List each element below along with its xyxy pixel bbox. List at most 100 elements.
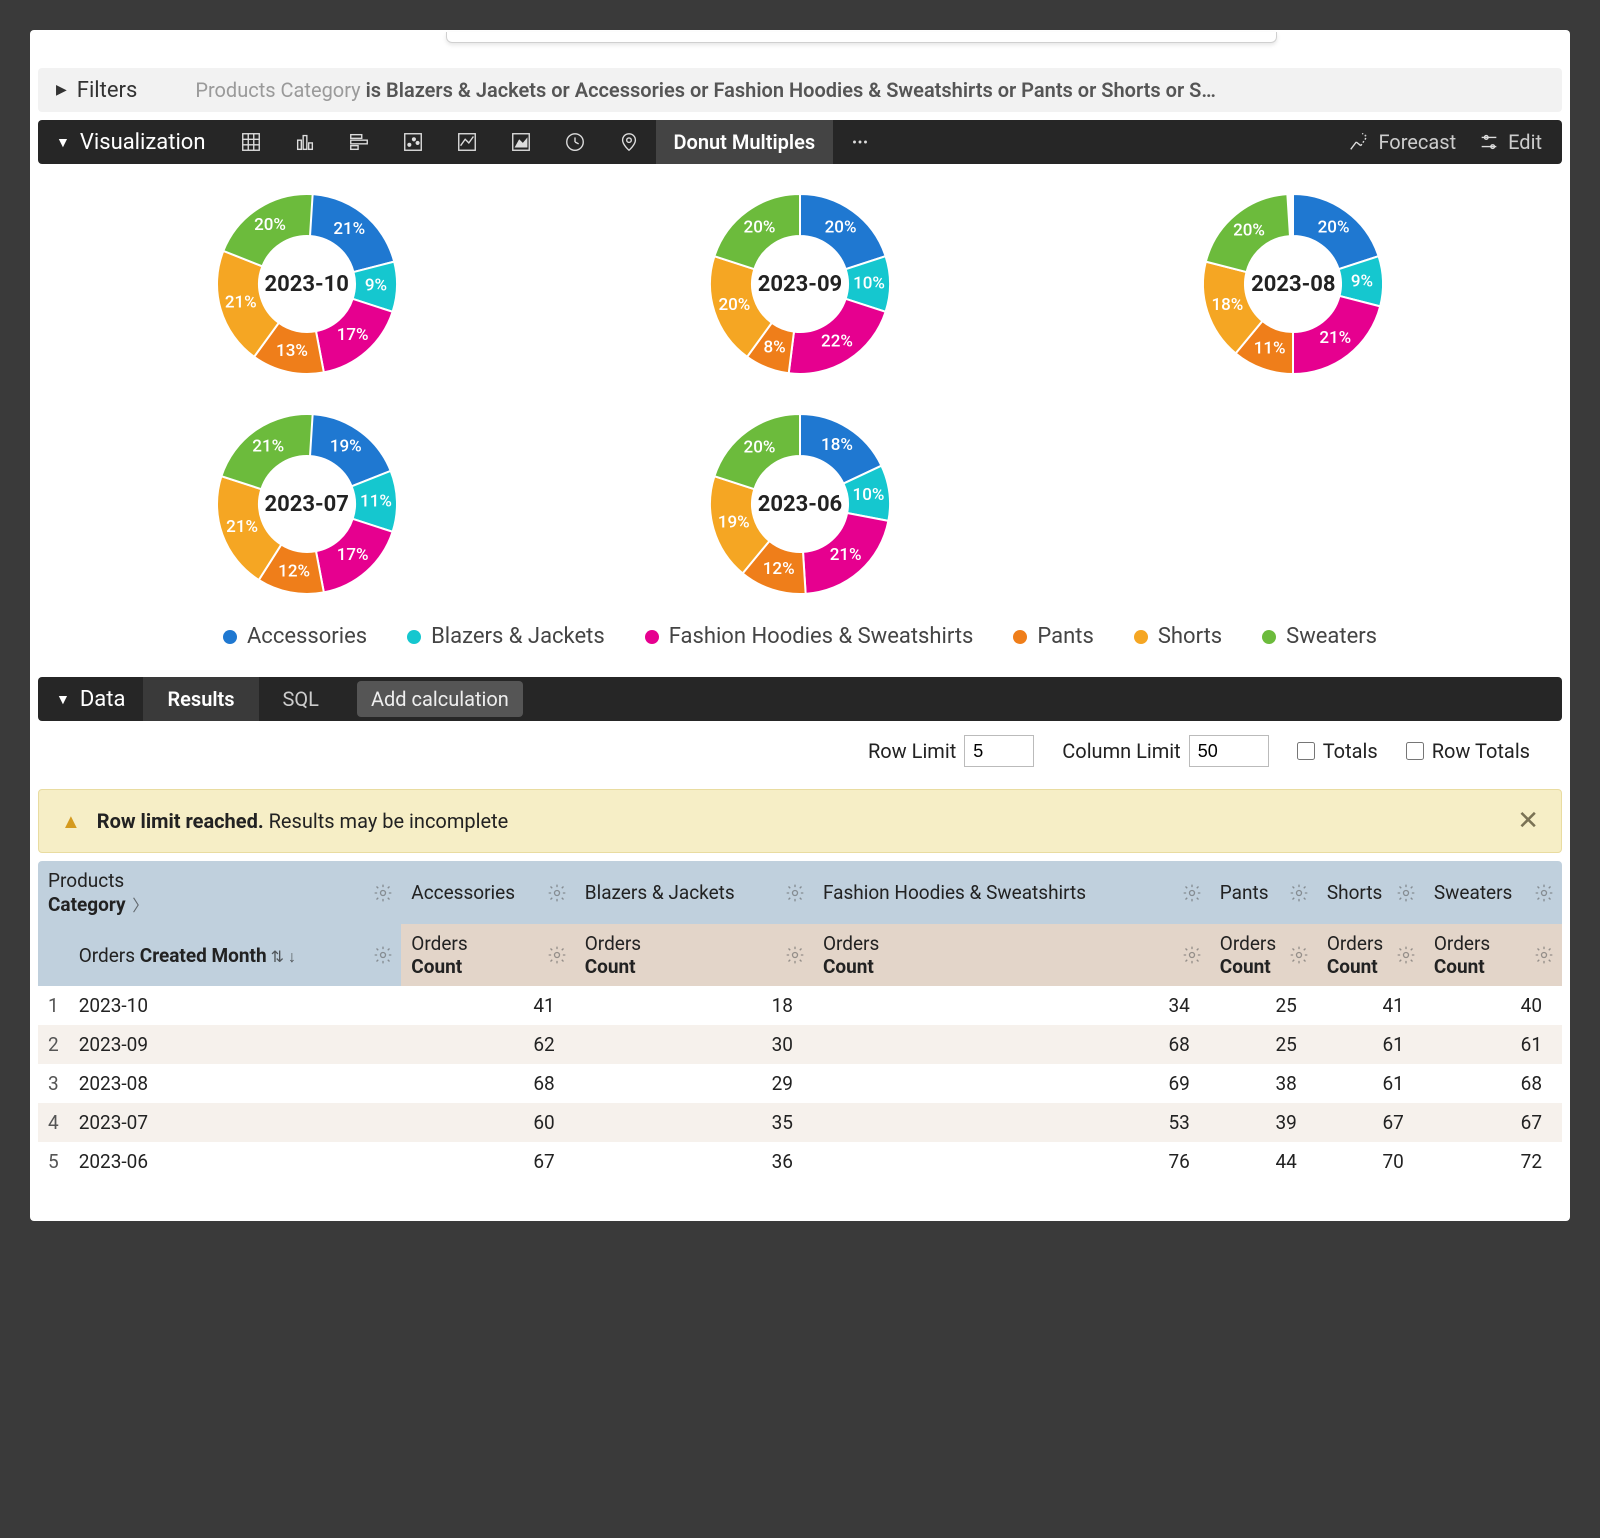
- measure-header[interactable]: OrdersCount: [575, 924, 813, 986]
- gear-icon[interactable]: [373, 945, 393, 965]
- category-header[interactable]: Fashion Hoodies & Sweatshirts: [813, 861, 1210, 924]
- value-cell[interactable]: 61: [1317, 1025, 1424, 1064]
- legend-dot-icon: [1262, 630, 1276, 644]
- measure-header[interactable]: OrdersCount: [813, 924, 1210, 986]
- tab-results[interactable]: Results: [143, 677, 258, 721]
- gear-icon[interactable]: [373, 883, 393, 903]
- value-cell[interactable]: 61: [1317, 1064, 1424, 1103]
- value-cell[interactable]: 72: [1424, 1142, 1562, 1181]
- viz-timeline-icon[interactable]: [548, 120, 602, 164]
- viz-bar-icon[interactable]: [332, 120, 386, 164]
- value-cell[interactable]: 67: [1317, 1103, 1424, 1142]
- add-calculation-button[interactable]: Add calculation: [357, 681, 523, 717]
- viz-donutmultiples-button[interactable]: Donut Multiples: [656, 120, 834, 164]
- value-cell[interactable]: 67: [1424, 1103, 1562, 1142]
- gear-icon[interactable]: [1182, 883, 1202, 903]
- value-cell[interactable]: 41: [401, 986, 574, 1025]
- viz-line-icon[interactable]: [440, 120, 494, 164]
- row-totals-checkbox[interactable]: [1406, 742, 1424, 760]
- gear-icon[interactable]: [547, 883, 567, 903]
- totals-checkbox[interactable]: [1297, 742, 1315, 760]
- visualization-toggle[interactable]: ▼ Visualization: [38, 120, 224, 164]
- column-limit-group: Column Limit: [1062, 735, 1268, 767]
- close-icon[interactable]: ✕: [1517, 806, 1539, 836]
- gear-icon[interactable]: [1396, 883, 1416, 903]
- filters-toggle[interactable]: ▶ Filters: [38, 68, 155, 112]
- value-cell[interactable]: 38: [1210, 1064, 1317, 1103]
- value-cell[interactable]: 30: [575, 1025, 813, 1064]
- measure-header[interactable]: OrdersCount: [1317, 924, 1424, 986]
- forecast-button[interactable]: Forecast: [1348, 130, 1456, 154]
- category-header[interactable]: Pants: [1210, 861, 1317, 924]
- gear-icon[interactable]: [1534, 883, 1554, 903]
- viz-map-icon[interactable]: [602, 120, 656, 164]
- value-cell[interactable]: 68: [813, 1025, 1210, 1064]
- category-header[interactable]: Shorts: [1317, 861, 1424, 924]
- value-cell[interactable]: 39: [1210, 1103, 1317, 1142]
- viz-more-icon[interactable]: [833, 120, 887, 164]
- viz-area-icon[interactable]: [494, 120, 548, 164]
- column-limit-input[interactable]: [1189, 735, 1269, 767]
- legend-item[interactable]: Sweaters: [1262, 624, 1377, 649]
- value-cell[interactable]: 44: [1210, 1142, 1317, 1181]
- legend-item[interactable]: Fashion Hoodies & Sweatshirts: [645, 624, 974, 649]
- month-cell[interactable]: 2023-10: [69, 986, 402, 1025]
- value-cell[interactable]: 29: [575, 1064, 813, 1103]
- row-limit-warning: ▲ Row limit reached. Results may be inco…: [38, 789, 1562, 853]
- value-cell[interactable]: 53: [813, 1103, 1210, 1142]
- value-cell[interactable]: 60: [401, 1103, 574, 1142]
- data-toggle[interactable]: ▼ Data: [38, 677, 143, 721]
- value-cell[interactable]: 70: [1317, 1142, 1424, 1181]
- value-cell[interactable]: 76: [813, 1142, 1210, 1181]
- legend-item[interactable]: Pants: [1013, 624, 1093, 649]
- value-cell[interactable]: 40: [1424, 986, 1562, 1025]
- value-cell[interactable]: 36: [575, 1142, 813, 1181]
- category-header[interactable]: Sweaters: [1424, 861, 1562, 924]
- row-limit-input[interactable]: [964, 735, 1034, 767]
- results-table: ProductsCategory 〉AccessoriesBlazers & J…: [38, 861, 1562, 1181]
- legend-item[interactable]: Accessories: [223, 624, 367, 649]
- category-header[interactable]: Blazers & Jackets: [575, 861, 813, 924]
- legend-item[interactable]: Shorts: [1134, 624, 1222, 649]
- edit-button[interactable]: Edit: [1478, 130, 1542, 154]
- month-cell[interactable]: 2023-06: [69, 1142, 402, 1181]
- value-cell[interactable]: 68: [1424, 1064, 1562, 1103]
- value-cell[interactable]: 18: [575, 986, 813, 1025]
- month-cell[interactable]: 2023-08: [69, 1064, 402, 1103]
- gear-icon[interactable]: [547, 945, 567, 965]
- gear-icon[interactable]: [1396, 945, 1416, 965]
- measure-header[interactable]: OrdersCount: [401, 924, 574, 986]
- gear-icon[interactable]: [1182, 945, 1202, 965]
- viz-table-icon[interactable]: [224, 120, 278, 164]
- viz-column-icon[interactable]: [278, 120, 332, 164]
- value-cell[interactable]: 67: [401, 1142, 574, 1181]
- gear-icon[interactable]: [785, 945, 805, 965]
- dim-category-header[interactable]: ProductsCategory 〉: [38, 861, 401, 924]
- category-header[interactable]: Accessories: [401, 861, 574, 924]
- totals-checkbox-group[interactable]: Totals: [1297, 739, 1378, 763]
- gear-icon[interactable]: [1289, 945, 1309, 965]
- table-row: 42023-07603553396767: [38, 1103, 1562, 1142]
- value-cell[interactable]: 68: [401, 1064, 574, 1103]
- settings-sliders-icon: [1478, 131, 1500, 153]
- measure-header[interactable]: OrdersCount: [1424, 924, 1562, 986]
- month-cell[interactable]: 2023-09: [69, 1025, 402, 1064]
- measure-header[interactable]: OrdersCount: [1210, 924, 1317, 986]
- gear-icon[interactable]: [1534, 945, 1554, 965]
- legend-item[interactable]: Blazers & Jackets: [407, 624, 605, 649]
- gear-icon[interactable]: [785, 883, 805, 903]
- value-cell[interactable]: 25: [1210, 986, 1317, 1025]
- value-cell[interactable]: 62: [401, 1025, 574, 1064]
- viz-scatter-icon[interactable]: [386, 120, 440, 164]
- value-cell[interactable]: 35: [575, 1103, 813, 1142]
- dim-month-header[interactable]: Orders Created Month⇅ ↓: [69, 924, 402, 986]
- tab-sql[interactable]: SQL: [259, 677, 343, 721]
- row-totals-checkbox-group[interactable]: Row Totals: [1406, 739, 1530, 763]
- value-cell[interactable]: 25: [1210, 1025, 1317, 1064]
- value-cell[interactable]: 41: [1317, 986, 1424, 1025]
- value-cell[interactable]: 61: [1424, 1025, 1562, 1064]
- month-cell[interactable]: 2023-07: [69, 1103, 402, 1142]
- value-cell[interactable]: 34: [813, 986, 1210, 1025]
- gear-icon[interactable]: [1289, 883, 1309, 903]
- value-cell[interactable]: 69: [813, 1064, 1210, 1103]
